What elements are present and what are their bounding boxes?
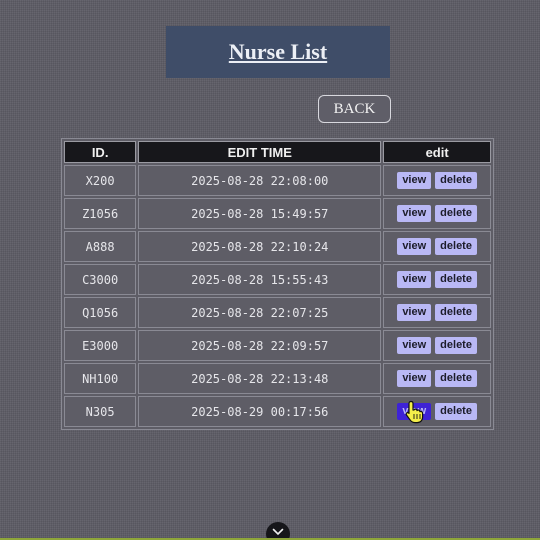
- view-button[interactable]: view: [397, 205, 432, 222]
- delete-button[interactable]: delete: [435, 205, 477, 222]
- page-title: Nurse List: [228, 39, 328, 64]
- delete-button[interactable]: delete: [435, 172, 477, 189]
- delete-button[interactable]: delete: [435, 271, 477, 288]
- header-edit-time: EDIT TIME: [138, 141, 382, 163]
- table-row: E3000 2025-08-28 22:09:57 view delete: [64, 330, 491, 361]
- header-edit: edit: [383, 141, 491, 163]
- cell-edit-time: 2025-08-28 22:07:25: [138, 297, 382, 328]
- header-id: ID.: [64, 141, 137, 163]
- table-row: Z1056 2025-08-28 15:49:57 view delete: [64, 198, 491, 229]
- cell-edit-time: 2025-08-28 15:55:43: [138, 264, 382, 295]
- view-button[interactable]: view: [397, 304, 432, 321]
- cell-id: NH100: [64, 363, 137, 394]
- cell-edit-time: 2025-08-28 15:49:57: [138, 198, 382, 229]
- delete-button[interactable]: delete: [435, 304, 477, 321]
- table-header-row: ID. EDIT TIME edit: [64, 141, 491, 163]
- cell-id: Q1056: [64, 297, 137, 328]
- cell-id: A888: [64, 231, 137, 262]
- delete-button[interactable]: delete: [435, 238, 477, 255]
- delete-button[interactable]: delete: [435, 337, 477, 354]
- view-button[interactable]: view: [397, 370, 432, 387]
- table-row: X200 2025-08-28 22:08:00 view delete: [64, 165, 491, 196]
- view-button[interactable]: view: [397, 337, 432, 354]
- table-row: C3000 2025-08-28 15:55:43 view delete: [64, 264, 491, 295]
- delete-button[interactable]: delete: [435, 370, 477, 387]
- cell-edit-time: 2025-08-28 22:08:00: [138, 165, 382, 196]
- cell-edit-actions: view delete: [383, 297, 491, 328]
- cell-id: E3000: [64, 330, 137, 361]
- table-row: A888 2025-08-28 22:10:24 view delete: [64, 231, 491, 262]
- nurse-table: ID. EDIT TIME edit X200 2025-08-28 22:08:…: [61, 138, 494, 430]
- back-button[interactable]: BACK: [318, 95, 391, 123]
- cell-edit-actions: view delete: [383, 165, 491, 196]
- delete-button[interactable]: delete: [435, 403, 477, 420]
- view-button[interactable]: view: [397, 238, 432, 255]
- table-row: N305 2025-08-29 00:17:56 view delete: [64, 396, 491, 427]
- cell-id: Z1056: [64, 198, 137, 229]
- cell-edit-actions: view delete: [383, 330, 491, 361]
- chevron-down-icon: [272, 528, 284, 536]
- cell-edit-actions: view delete: [383, 363, 491, 394]
- cell-id: N305: [64, 396, 137, 427]
- view-button[interactable]: view: [397, 403, 432, 420]
- cell-edit-actions: view delete: [383, 231, 491, 262]
- cell-edit-time: 2025-08-28 22:13:48: [138, 363, 382, 394]
- cell-edit-actions: view delete: [383, 396, 491, 427]
- cell-edit-time: 2025-08-29 00:17:56: [138, 396, 382, 427]
- cell-edit-time: 2025-08-28 22:10:24: [138, 231, 382, 262]
- table-row: NH100 2025-08-28 22:13:48 view delete: [64, 363, 491, 394]
- cell-edit-actions: view delete: [383, 264, 491, 295]
- view-button[interactable]: view: [397, 271, 432, 288]
- cell-edit-actions: view delete: [383, 198, 491, 229]
- view-button[interactable]: view: [397, 172, 432, 189]
- cell-id: C3000: [64, 264, 137, 295]
- page-title-box: Nurse List: [166, 26, 390, 78]
- table-row: Q1056 2025-08-28 22:07:25 view delete: [64, 297, 491, 328]
- cell-id: X200: [64, 165, 137, 196]
- cell-edit-time: 2025-08-28 22:09:57: [138, 330, 382, 361]
